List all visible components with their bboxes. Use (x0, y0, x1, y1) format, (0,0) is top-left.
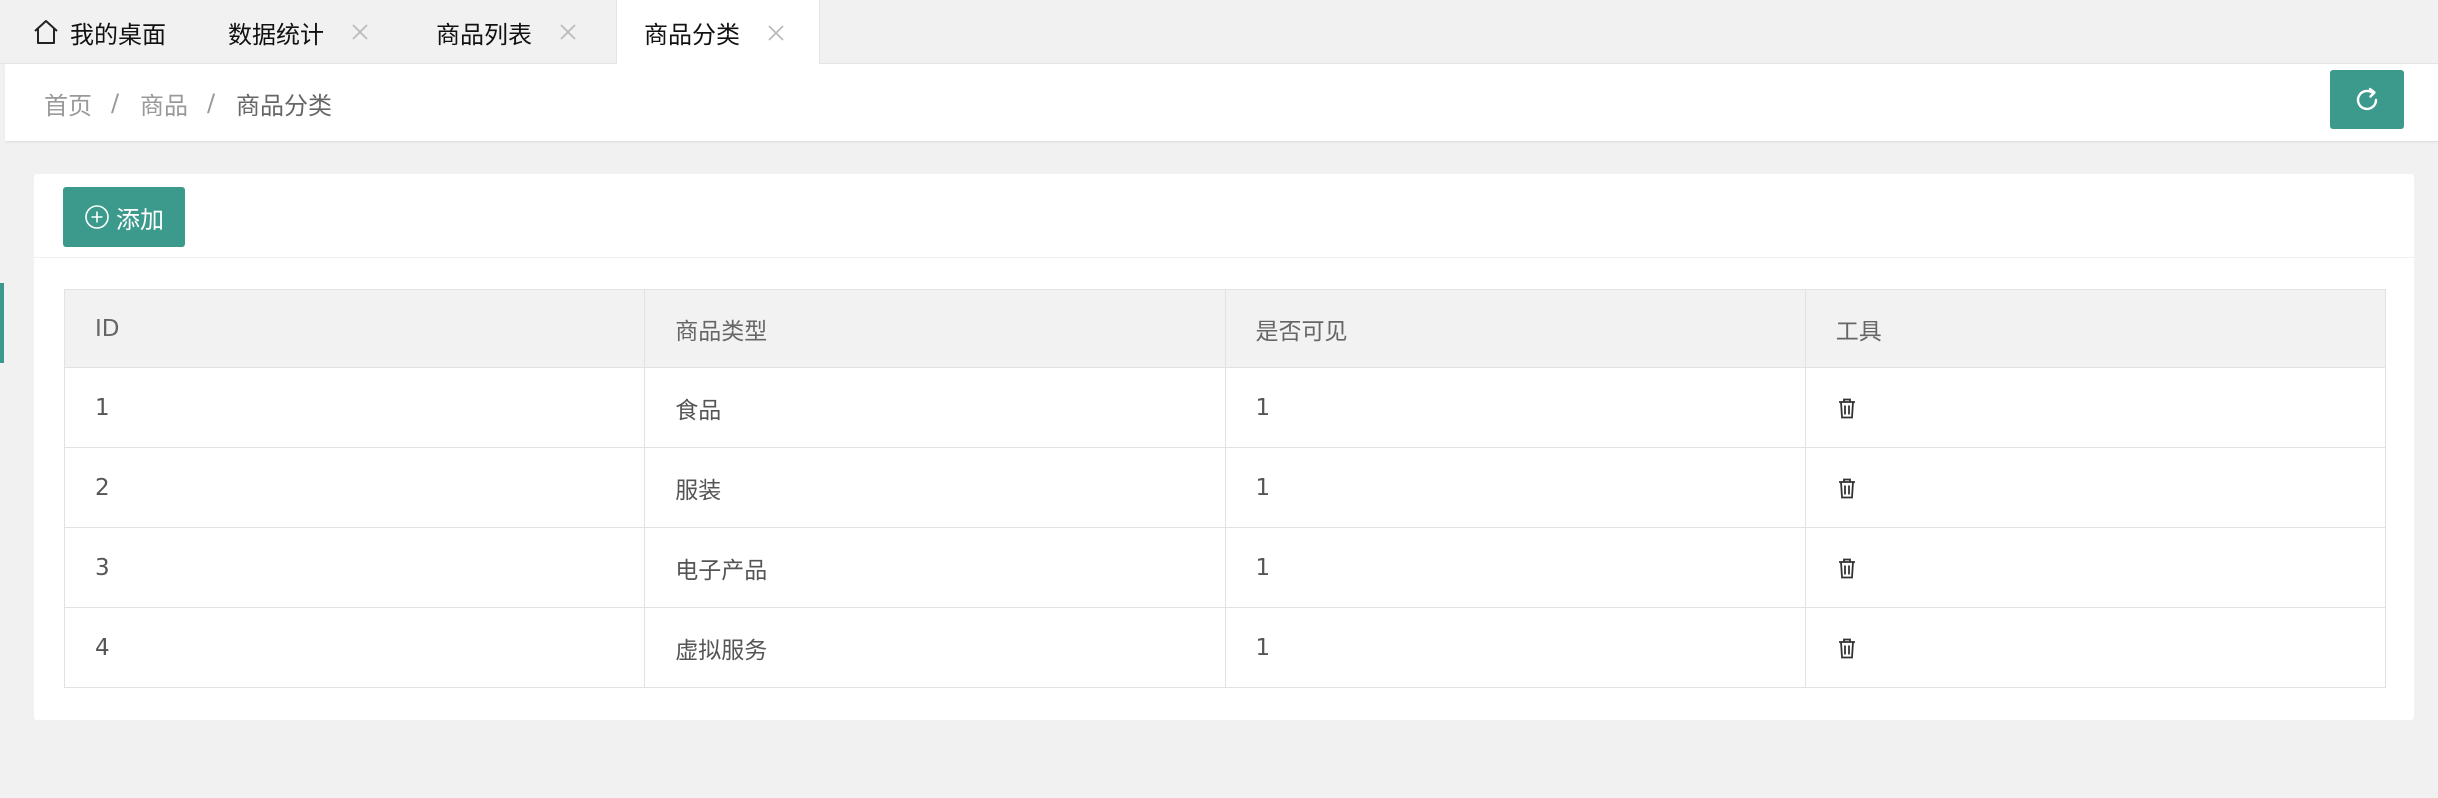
cell-type: 电子产品 (644, 527, 1226, 608)
plus-circle-icon (84, 204, 110, 230)
cell-tools (1804, 367, 2387, 448)
tab-data-statistics[interactable]: 数据统计 (228, 0, 370, 64)
tab-label: 数据统计 (228, 20, 324, 49)
tab-label: 我的桌面 (70, 20, 166, 49)
cell-id: 2 (63, 447, 646, 528)
cell-id: 3 (63, 527, 646, 608)
breadcrumb-separator: / (111, 89, 120, 117)
cell-tools (1804, 447, 2387, 528)
tab-my-desktop[interactable]: 我的桌面 (32, 0, 166, 64)
add-button-label: 添加 (116, 205, 164, 234)
cell-visible: 1 (1224, 527, 1806, 608)
side-accent-marker (0, 283, 4, 363)
table-row: 4 虚拟服务 1 (63, 607, 2387, 688)
content-card: 添加 ID 商品类型 是否可见 工具 1 食品 1 2 服装 1 3 电子产品 … (34, 174, 2414, 720)
column-header-tools: 工具 (1804, 289, 2387, 368)
column-header-type: 商品类型 (644, 289, 1226, 368)
trash-icon[interactable] (1836, 476, 1858, 500)
breadcrumb-home[interactable]: 首页 (44, 64, 92, 142)
cell-visible: 1 (1224, 367, 1806, 448)
cell-type: 食品 (644, 367, 1226, 448)
tab-label: 商品列表 (436, 20, 532, 49)
category-table: ID 商品类型 是否可见 工具 1 食品 1 2 服装 1 3 电子产品 1 4… (63, 289, 2387, 688)
tab-product-category[interactable]: 商品分类 (616, 0, 820, 65)
home-icon (32, 18, 60, 46)
column-header-visible: 是否可见 (1224, 289, 1806, 368)
trash-icon[interactable] (1836, 636, 1858, 660)
trash-icon[interactable] (1836, 396, 1858, 420)
cell-tools (1804, 527, 2387, 608)
close-icon[interactable] (350, 22, 370, 42)
breadcrumb-separator: / (207, 89, 216, 117)
cell-type: 虚拟服务 (644, 607, 1226, 688)
cell-type: 服装 (644, 447, 1226, 528)
breadcrumb: 首页 / 商品 / 商品分类 (5, 64, 2438, 142)
table-row: 2 服装 1 (63, 447, 2387, 528)
add-button[interactable]: 添加 (63, 187, 185, 247)
cell-id: 4 (63, 607, 646, 688)
tab-bar: 我的桌面 数据统计 商品列表 商品分类 (0, 0, 2438, 65)
close-icon[interactable] (558, 22, 578, 42)
table-header-row: ID 商品类型 是否可见 工具 (63, 289, 2387, 368)
cell-tools (1804, 607, 2387, 688)
refresh-button[interactable] (2330, 70, 2404, 129)
column-header-id: ID (63, 289, 646, 368)
cell-id: 1 (63, 367, 646, 448)
close-icon[interactable] (766, 23, 786, 43)
breadcrumb-current: 商品分类 (236, 91, 332, 120)
cell-visible: 1 (1224, 447, 1806, 528)
trash-icon[interactable] (1836, 556, 1858, 580)
cell-visible: 1 (1224, 607, 1806, 688)
tab-product-list[interactable]: 商品列表 (436, 0, 578, 64)
table-row: 3 电子产品 1 (63, 527, 2387, 608)
refresh-icon (2352, 85, 2382, 115)
card-header: 添加 (34, 174, 2414, 258)
table-row: 1 食品 1 (63, 367, 2387, 448)
breadcrumb-product[interactable]: 商品 (140, 64, 188, 142)
tab-label: 商品分类 (644, 21, 740, 49)
